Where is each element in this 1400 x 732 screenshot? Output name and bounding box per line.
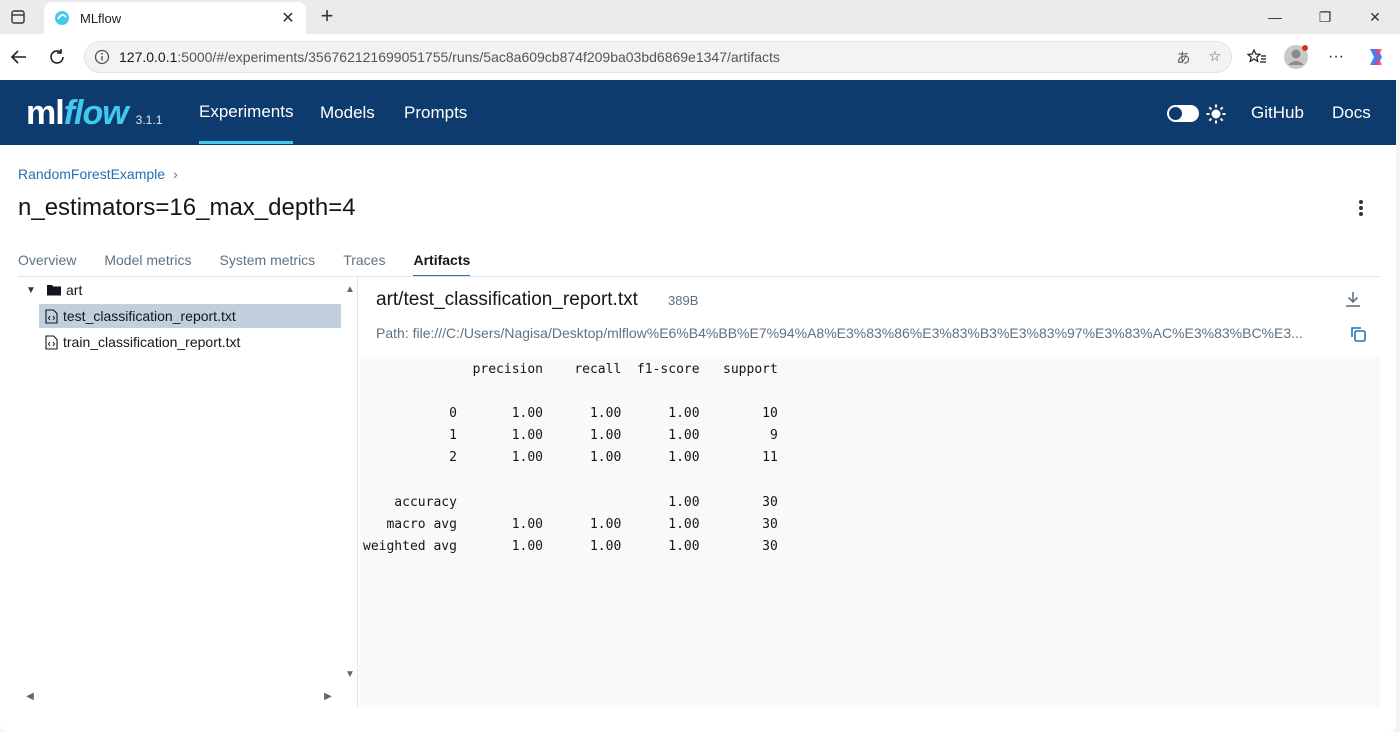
new-tab-icon[interactable]: + (314, 3, 340, 28)
tab-title: MLflow (80, 10, 122, 26)
scroll-up-icon[interactable]: ▲ (344, 283, 356, 295)
report-line: 0 1.00 1.00 1.00 10 (363, 406, 778, 422)
refresh-icon[interactable] (44, 44, 70, 70)
tab-model-metrics[interactable]: Model metrics (104, 248, 191, 277)
scroll-down-icon[interactable]: ▼ (344, 668, 356, 680)
mlflow-header: ml flow 3.1.1 Experiments Models Prompts… (0, 80, 1396, 145)
tree-vertical-scrollbar[interactable]: ▲ ▼ (341, 277, 358, 687)
close-window-icon[interactable]: ✕ (1352, 5, 1398, 29)
file-code-icon (43, 308, 59, 324)
tab-traces[interactable]: Traces (343, 248, 385, 277)
url-host: 127.0.0.1 (119, 49, 178, 65)
minimize-icon[interactable]: — (1252, 5, 1298, 29)
artifact-path: Path: file:///C:/Users/Nagisa/Desktop/ml… (376, 325, 1303, 341)
folder-label: art (66, 282, 83, 298)
favorites-icon[interactable] (1244, 44, 1270, 70)
tree-horizontal-scrollbar[interactable]: ◀ ▶ (18, 687, 341, 704)
page-content: ml flow 3.1.1 Experiments Models Prompts… (0, 80, 1396, 732)
page-title: n_estimators=16_max_depth=4 (18, 194, 356, 221)
nav-experiments[interactable]: Experiments (199, 80, 294, 144)
back-icon[interactable] (6, 44, 32, 70)
report-line (363, 381, 1380, 403)
folder-icon (46, 282, 62, 298)
breadcrumb: RandomForestExample › (18, 166, 178, 182)
report-line: accuracy 1.00 30 (363, 494, 778, 510)
browser-tab[interactable]: MLflow ✕ (44, 2, 306, 34)
restore-icon[interactable]: ❐ (1302, 5, 1348, 29)
close-tab-icon[interactable]: ✕ (278, 8, 298, 28)
artifact-text-content: precision recall f1-score support 0 1.00… (359, 357, 1380, 707)
file-label: test_classification_report.txt (63, 308, 236, 324)
nav-docs[interactable]: Docs (1332, 80, 1371, 145)
logo-flow-text: flow (63, 94, 129, 132)
mlflow-favicon-icon (54, 10, 70, 26)
translate-icon[interactable]: あ (1176, 48, 1190, 68)
report-line: macro avg 1.00 1.00 1.00 30 (363, 516, 778, 532)
url-path: :5000/#/experiments/356762121699051755/r… (177, 49, 780, 65)
address-bar[interactable]: 127.0.0.1:5000/#/experiments/35676212169… (84, 41, 1232, 73)
artifact-tree: ▼ art test_classification_report.txt tra… (18, 277, 358, 707)
tab-artifacts[interactable]: Artifacts (413, 248, 471, 277)
artifact-file-name: art/test_classification_report.txt (376, 289, 638, 310)
tab-overview[interactable]: Overview (18, 248, 76, 277)
copy-path-icon[interactable] (1349, 325, 1367, 343)
copilot-icon[interactable] (1363, 44, 1389, 70)
tree-file-test-report[interactable]: test_classification_report.txt (39, 304, 341, 328)
dark-mode-toggle[interactable] (1167, 105, 1199, 122)
tree-file-train-report[interactable]: train_classification_report.txt (39, 330, 240, 354)
browser-toolbar: 127.0.0.1:5000/#/experiments/35676212169… (0, 34, 1400, 80)
sun-icon (1206, 104, 1226, 124)
report-line: weighted avg 1.00 1.00 1.00 30 (363, 538, 778, 554)
file-code-icon (43, 334, 59, 350)
site-info-icon[interactable] (85, 49, 119, 65)
chevron-right-icon: › (173, 166, 178, 182)
mlflow-logo[interactable]: ml flow 3.1.1 (26, 94, 162, 133)
report-line: 2 1.00 1.00 1.00 11 (363, 450, 778, 466)
tree-folder-art[interactable]: ▼ art (24, 278, 82, 302)
favorite-star-icon[interactable]: ☆ (1208, 48, 1221, 68)
tab-actions-icon[interactable] (6, 6, 30, 28)
caret-down-icon[interactable]: ▼ (24, 282, 38, 298)
version-label: 3.1.1 (135, 113, 163, 127)
scroll-right-icon[interactable]: ▶ (322, 690, 334, 702)
scroll-left-icon[interactable]: ◀ (24, 690, 36, 702)
more-options-icon[interactable]: ··· (1323, 44, 1349, 70)
url-text: 127.0.0.1:5000/#/experiments/35676212169… (119, 49, 780, 65)
report-line: 1 1.00 1.00 1.00 9 (363, 428, 778, 444)
run-tabs: Overview Model metrics System metrics Tr… (18, 248, 498, 277)
file-label: train_classification_report.txt (63, 334, 241, 350)
profile-avatar-icon[interactable] (1283, 44, 1309, 70)
tab-system-metrics[interactable]: System metrics (220, 248, 316, 277)
report-header-line: precision recall f1-score support (363, 362, 778, 377)
nav-prompts[interactable]: Prompts (404, 80, 467, 145)
browser-tab-strip: MLflow ✕ + — ❐ ✕ (0, 0, 1400, 34)
nav-models[interactable]: Models (320, 80, 375, 145)
artifact-viewer: art/test_classification_report.txt 389B … (359, 277, 1380, 707)
kebab-menu-icon[interactable] (1354, 198, 1368, 218)
report-line (363, 469, 1380, 491)
artifact-file-size: 389B (668, 293, 699, 308)
breadcrumb-experiment-link[interactable]: RandomForestExample (18, 166, 165, 182)
toggle-knob (1169, 107, 1182, 120)
logo-ml-text: ml (26, 94, 65, 132)
download-icon[interactable] (1344, 290, 1362, 308)
nav-github[interactable]: GitHub (1251, 80, 1304, 145)
